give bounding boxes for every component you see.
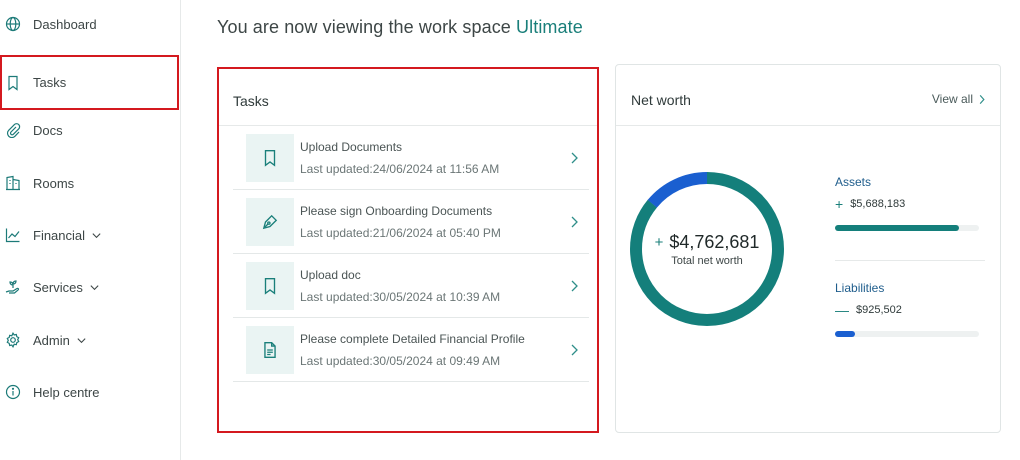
- liabilities-bar-fill: [835, 331, 856, 337]
- sidebar-item-rooms[interactable]: Rooms: [0, 157, 180, 209]
- globe-icon: [5, 16, 21, 32]
- task-name: Upload Documents: [300, 140, 403, 154]
- sidebar-item-tasks[interactable]: Tasks: [0, 55, 179, 110]
- task-item[interactable]: Upload Documents Last updated:24/06/2024…: [233, 126, 589, 190]
- sidebar-item-admin[interactable]: Admin: [0, 314, 180, 366]
- liabilities-bar: [835, 331, 979, 337]
- chevron-down-icon: [91, 230, 102, 241]
- task-name: Please sign Onboarding Documents: [300, 204, 493, 218]
- sidebar-item-financial[interactable]: Financial: [0, 209, 180, 261]
- chevron-right-icon: [569, 151, 579, 165]
- sidebar-item-label: Services: [33, 279, 83, 295]
- total-value: $4,762,681: [669, 231, 760, 252]
- task-name: Please complete Detailed Financial Profi…: [300, 332, 525, 346]
- plus-icon: +: [835, 196, 844, 212]
- sidebar-item-services[interactable]: Services: [0, 261, 180, 313]
- chevron-right-icon: [978, 94, 986, 105]
- sidebar: Dashboard Tasks Docs Rooms Financial Ser…: [0, 0, 181, 460]
- task-updated: Last updated:30/05/2024 at 10:39 AM: [300, 290, 501, 304]
- building-icon: [5, 175, 21, 191]
- assets-label: Assets: [835, 175, 872, 189]
- task-item[interactable]: Please sign Onboarding Documents Last up…: [233, 190, 589, 254]
- task-item[interactable]: Upload doc Last updated:30/05/2024 at 10…: [233, 254, 589, 318]
- divider: [616, 125, 1000, 126]
- liabilities-label: Liabilities: [835, 281, 885, 295]
- page-title: You are now viewing the work space Ultim…: [217, 17, 583, 38]
- task-updated: Last updated:21/06/2024 at 05:40 PM: [300, 226, 501, 240]
- sidebar-item-label: Rooms: [33, 175, 75, 191]
- minus-icon: —: [835, 302, 849, 318]
- chevron-right-icon: [569, 215, 579, 229]
- chevron-right-icon: [569, 279, 579, 293]
- task-name: Upload doc: [300, 268, 361, 282]
- total-net-worth-label: Total net worth: [671, 254, 743, 267]
- assets-amount: $5,688,183: [850, 198, 906, 210]
- sidebar-item-label: Help centre: [33, 384, 100, 400]
- liabilities-metric[interactable]: Liabilities — $925,502: [835, 281, 985, 337]
- info-icon: [5, 384, 21, 400]
- assets-bar-fill: [835, 225, 959, 231]
- bookmark-icon: [246, 262, 294, 310]
- sidebar-item-label: Dashboard: [33, 16, 97, 32]
- sidebar-item-label: Financial: [33, 227, 86, 243]
- chart-line-icon: [5, 227, 21, 243]
- sidebar-item-label: Docs: [33, 122, 63, 138]
- divider: [835, 260, 985, 261]
- liabilities-value: — $925,502: [835, 302, 985, 318]
- plus-icon: +: [654, 233, 664, 251]
- assets-metric[interactable]: Assets + $5,688,183: [835, 175, 985, 231]
- pen-nib-icon: [246, 198, 294, 246]
- chevron-right-icon: [569, 343, 579, 357]
- assets-value: + $5,688,183: [835, 196, 985, 212]
- chevron-down-icon: [89, 282, 100, 293]
- task-updated: Last updated:24/06/2024 at 11:56 AM: [300, 162, 500, 176]
- tasks-card-title: Tasks: [233, 93, 269, 109]
- document-icon: [246, 326, 294, 374]
- sidebar-item-dashboard[interactable]: Dashboard: [0, 0, 180, 50]
- tasks-card: Tasks Upload Documents Last updated:24/0…: [217, 67, 599, 433]
- sidebar-item-docs[interactable]: Docs: [0, 104, 180, 156]
- sidebar-item-label: Admin: [33, 332, 70, 348]
- assets-bar: [835, 225, 979, 231]
- donut-center: + $4,762,681 Total net worth: [630, 172, 784, 326]
- chevron-down-icon: [76, 335, 87, 346]
- sidebar-item-help-centre[interactable]: Help centre: [0, 366, 180, 418]
- sidebar-item-label: Tasks: [33, 75, 67, 90]
- view-all-label: View all: [931, 92, 973, 106]
- liabilities-amount: $925,502: [856, 304, 902, 316]
- paperclip-icon: [5, 122, 21, 138]
- bookmark-icon: [5, 75, 21, 91]
- total-net-worth-value: + $4,762,681: [655, 232, 760, 253]
- task-item[interactable]: Please complete Detailed Financial Profi…: [233, 318, 589, 382]
- hand-plant-icon: [5, 279, 21, 295]
- net-worth-card: Net worth View all + $4,762,681 Total ne…: [615, 64, 1001, 433]
- view-all-link[interactable]: View all: [932, 92, 986, 106]
- bookmark-icon: [246, 134, 294, 182]
- net-worth-title: Net worth: [631, 92, 691, 108]
- workspace-prefix: You are now viewing the work space: [217, 17, 511, 37]
- workspace-name[interactable]: Ultimate: [516, 17, 583, 37]
- gear-icon: [5, 332, 21, 348]
- task-updated: Last updated:30/05/2024 at 09:49 AM: [300, 354, 501, 368]
